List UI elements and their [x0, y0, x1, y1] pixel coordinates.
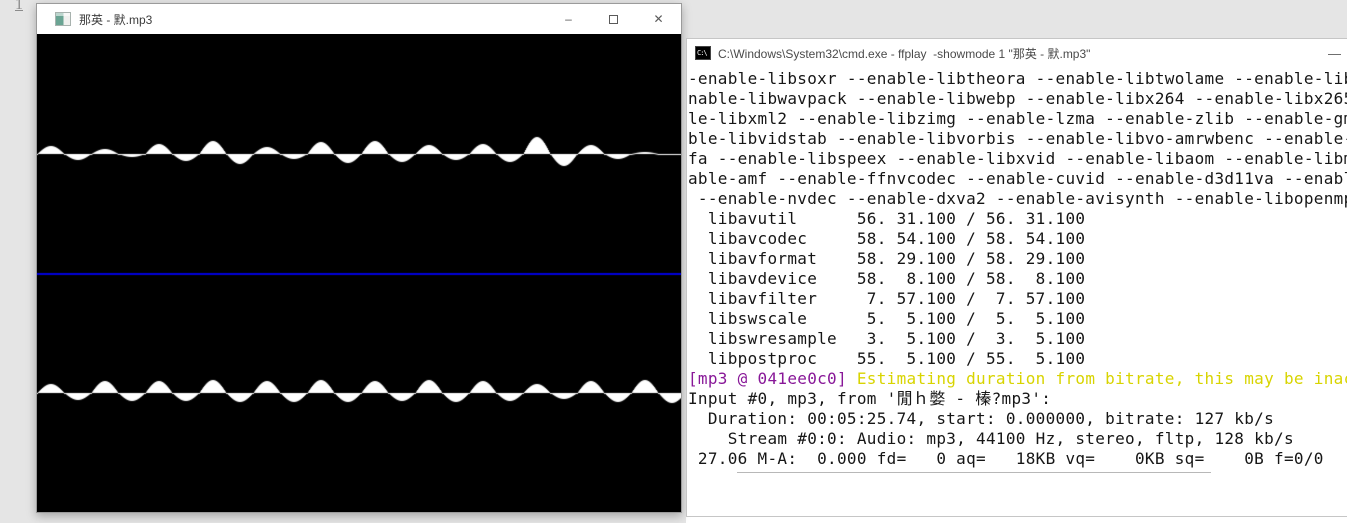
maximize-button[interactable] [591, 4, 636, 34]
desktop: 1 那英 - 默.mp3 – ✕ C:\ [0, 0, 1347, 523]
console-line: libavdevice 58. 8.100 / 58. 8.100 [688, 269, 1347, 289]
console-line: 27.06 M-A: 0.000 fd= 0 aq= 18KB vq= 0KB … [688, 449, 1347, 469]
console-line: libavcodec 58. 54.100 / 58. 54.100 [688, 229, 1347, 249]
ffplay-app-icon [55, 12, 71, 26]
cmd-window-title: C:\Windows\System32\cmd.exe - ffplay -sh… [718, 45, 1090, 62]
ffplay-window: 那英 - 默.mp3 – ✕ [36, 3, 682, 513]
waveform-canvas[interactable] [37, 34, 681, 512]
console-line: Stream #0:0: Audio: mp3, 44100 Hz, stere… [688, 429, 1347, 449]
console-line: ble-libvidstab --enable-libvorbis --enab… [688, 129, 1347, 149]
console-line: libavformat 58. 29.100 / 58. 29.100 [688, 249, 1347, 269]
console-line: nable-libwavpack --enable-libwebp --enab… [688, 89, 1347, 109]
ffplay-titlebar[interactable]: 那英 - 默.mp3 – ✕ [37, 4, 681, 34]
console-line: -enable-libsoxr --enable-libtheora --ena… [688, 69, 1347, 89]
console-line: libavutil 56. 31.100 / 56. 31.100 [688, 209, 1347, 229]
console-line: libpostproc 55. 5.100 / 55. 5.100 [688, 349, 1347, 369]
maximize-icon [609, 15, 618, 24]
console-line: libswresample 3. 5.100 / 3. 5.100 [688, 329, 1347, 349]
cmd-minimize-button[interactable]: — [1312, 39, 1347, 67]
console-line: able-amf --enable-ffnvcodec --enable-cuv… [688, 169, 1347, 189]
console-line: fa --enable-libspeex --enable-libxvid --… [688, 149, 1347, 169]
console-line: libavfilter 7. 57.100 / 7. 57.100 [688, 289, 1347, 309]
minimize-button[interactable]: – [546, 4, 591, 34]
waveform-display[interactable] [37, 34, 681, 512]
close-icon: ✕ [653, 12, 663, 26]
console-line: le-libxml2 --enable-libzimg --enable-lzm… [688, 109, 1347, 129]
console-line: --enable-nvdec --enable-dxva2 --enable-a… [688, 189, 1347, 209]
cmd-window-bottom-edge [737, 472, 1211, 473]
cmd-window: C:\ C:\Windows\System32\cmd.exe - ffplay… [686, 38, 1347, 517]
desktop-corner-mark: 1 [15, 0, 23, 14]
minimize-icon: – [565, 12, 572, 26]
close-button[interactable]: ✕ [636, 4, 681, 34]
console-line: [mp3 @ 041ee0c0] Estimating duration fro… [688, 369, 1347, 389]
console-line: Duration: 00:05:25.74, start: 0.000000, … [688, 409, 1347, 429]
console-line: Input #0, mp3, from '閒ｈ嫳 - 榛?mp3': [688, 389, 1347, 409]
console-line: libswscale 5. 5.100 / 5. 5.100 [688, 309, 1347, 329]
ffplay-window-title: 那英 - 默.mp3 [79, 11, 152, 28]
console-output: -enable-libsoxr --enable-libtheora --ena… [687, 67, 1347, 472]
minimize-icon: — [1328, 46, 1341, 61]
cmd-titlebar[interactable]: C:\ C:\Windows\System32\cmd.exe - ffplay… [687, 39, 1347, 67]
cmd-icon: C:\ [695, 46, 711, 60]
